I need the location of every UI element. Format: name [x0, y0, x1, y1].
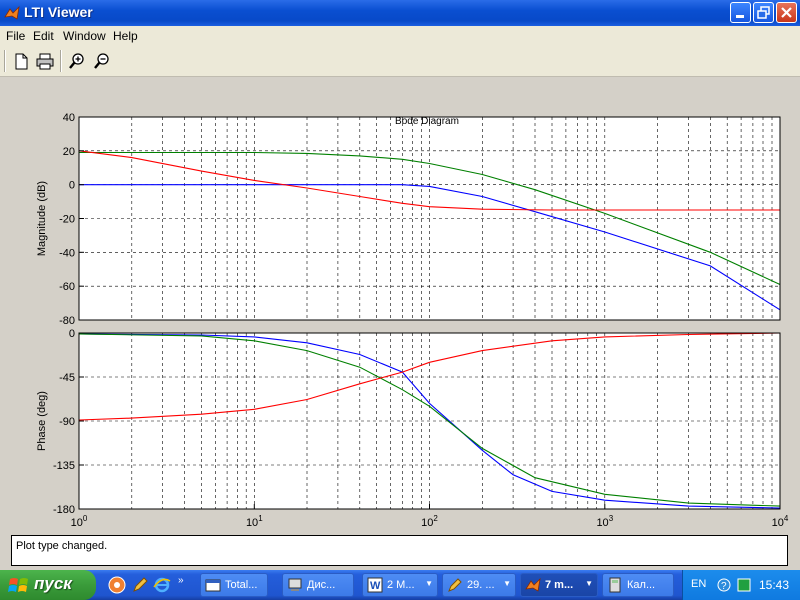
pencil-icon [448, 578, 462, 592]
taskbar-item-label: 7 m... [545, 579, 574, 591]
y-tick-label: -90 [59, 416, 75, 428]
window-title: LTI Viewer [24, 4, 93, 20]
taskbar-item-dis[interactable]: Дис... [282, 573, 354, 597]
restore-icon [757, 6, 770, 19]
taskbar-item-29[interactable]: 29. ... ▼ [442, 573, 516, 597]
menu-file[interactable]: File [6, 29, 25, 43]
y-tick-label: -40 [59, 247, 75, 259]
start-label: пуск [34, 574, 72, 593]
matlab-icon [525, 577, 541, 592]
y-tick-label: 0 [69, 328, 75, 340]
y-tick-label: -135 [53, 460, 75, 472]
svg-text:?: ? [721, 581, 727, 592]
x-tick-label: 104 [772, 514, 789, 529]
clock: 15:43 [759, 578, 790, 592]
menu-bar: File Edit Window Help [0, 26, 800, 46]
windows-logo-icon [8, 578, 28, 592]
toolbar-separator [60, 50, 62, 72]
taskbar-item-label: 2 M... [387, 579, 415, 591]
y-tick-label: 0 [69, 180, 75, 192]
chevron-down-icon: ▼ [503, 579, 511, 588]
pencil-icon[interactable] [131, 576, 149, 594]
close-icon [781, 7, 792, 18]
folder-icon [205, 579, 221, 592]
minimize-icon [736, 15, 744, 18]
taskbar-item-label: Total... [225, 579, 258, 591]
language-indicator[interactable]: EN [691, 578, 706, 590]
status-bar: Plot type changed. [11, 535, 788, 566]
y-tick-label: 20 [63, 146, 75, 158]
y-tick-label: -20 [59, 214, 75, 226]
y-tick-label: -80 [59, 315, 75, 327]
computer-icon [288, 578, 302, 591]
minimize-button[interactable] [730, 2, 751, 23]
x-tick-label: 101 [246, 514, 263, 529]
calculator-icon [609, 577, 621, 593]
taskbar-item-word[interactable]: W 2 M... ▼ [362, 573, 438, 597]
taskbar-item-calculator[interactable]: Кал... [602, 573, 674, 597]
taskbar: пуск » Total... Дис... W 2 M... ▼ 29. ..… [0, 570, 800, 600]
new-button[interactable] [10, 51, 32, 71]
y-tick-label: 40 [63, 112, 75, 124]
panel-gap [79, 320, 780, 333]
matlab-icon [4, 5, 20, 20]
toolbar-separator [4, 50, 6, 72]
bode-diagram[interactable]: 40 20 0 -20 -40 -60 -80 Magnitude (dB) 0 -45 -90 -1… [0, 77, 800, 532]
start-button[interactable]: пуск [0, 570, 96, 600]
taskbar-item-label: Дис... [307, 579, 336, 591]
figure-area: 40 20 0 -20 -40 -60 -80 Magnitude (dB) 0 -45 -90 -1… [0, 77, 800, 532]
y-tick-label: -180 [53, 504, 75, 516]
y-axis-label: Magnitude (dB) [36, 181, 48, 256]
x-tick-label: 103 [596, 514, 613, 529]
zoom-in-button[interactable] [66, 51, 88, 71]
y-axis-label: Phase (deg) [36, 391, 48, 451]
zoom-in-icon [69, 53, 84, 69]
menu-edit[interactable]: Edit [33, 29, 54, 43]
zoom-out-icon [94, 53, 109, 69]
toolbar [0, 46, 800, 77]
svg-text:W: W [370, 580, 381, 592]
x-tick-label: 102 [421, 514, 438, 529]
expand-quicklaunch-icon[interactable]: » [178, 575, 184, 586]
chevron-down-icon: ▼ [585, 579, 593, 588]
menu-help[interactable]: Help [113, 29, 138, 43]
y-tick-label: -60 [59, 281, 75, 293]
chart-title: Bode Diagram [395, 116, 459, 127]
chevron-down-icon: ▼ [425, 579, 433, 588]
taskbar-item-label: 29. ... [467, 579, 495, 591]
media-player-icon[interactable] [108, 576, 126, 594]
print-button[interactable] [34, 51, 56, 71]
printer-icon [36, 53, 54, 70]
close-button[interactable] [776, 2, 797, 23]
x-tick-label: 100 [71, 514, 88, 529]
tray-app-icon[interactable] [737, 578, 751, 592]
taskbar-item-label: Кал... [627, 579, 656, 591]
maximize-button[interactable] [753, 2, 774, 23]
title-bar: LTI Viewer [0, 0, 800, 26]
axes-background [79, 117, 780, 509]
help-icon[interactable]: ? [717, 578, 731, 592]
menu-window[interactable]: Window [63, 29, 106, 43]
internet-explorer-icon[interactable] [153, 576, 171, 594]
zoom-out-button[interactable] [91, 51, 113, 71]
y-tick-label: -45 [59, 372, 75, 384]
system-tray: EN ? 15:43 [682, 570, 800, 600]
status-text: Plot type changed. [16, 540, 108, 552]
taskbar-item-total[interactable]: Total... [200, 573, 268, 597]
word-icon: W [367, 577, 383, 593]
taskbar-item-matlab[interactable]: 7 m... ▼ [520, 573, 598, 597]
new-document-icon [15, 53, 28, 70]
